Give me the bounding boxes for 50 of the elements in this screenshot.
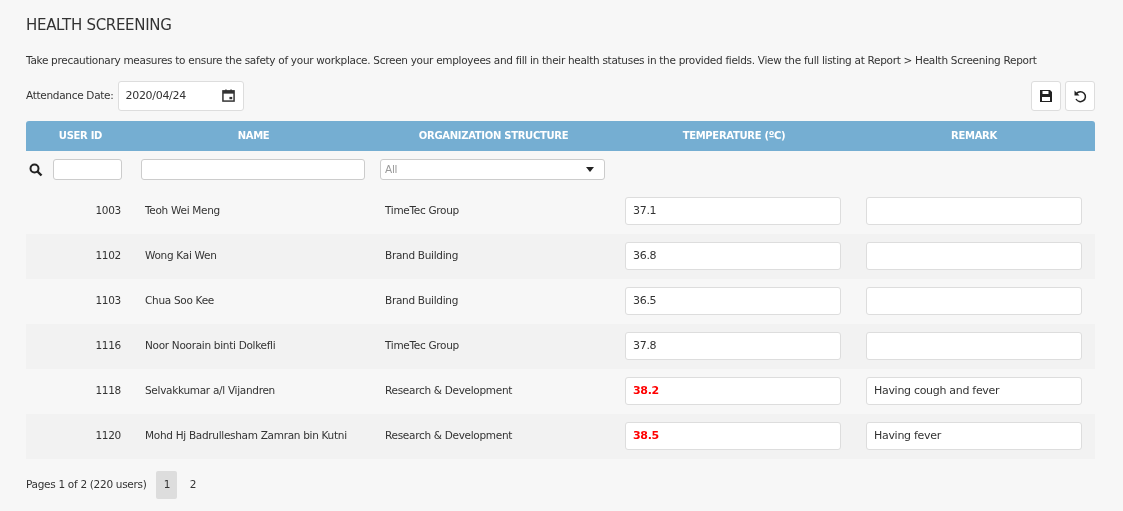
- name-cell: Chua Soo Kee: [145, 294, 214, 307]
- column-header: NAME: [236, 129, 271, 144]
- organization-cell: Research & Development: [385, 429, 513, 442]
- remark-field[interactable]: Having cough and fever: [866, 377, 1082, 406]
- name-cell: Noor Noorain binti Dolkefli: [145, 339, 276, 352]
- date-label: Attendance Date:: [26, 87, 114, 103]
- remark-field[interactable]: [866, 287, 1082, 316]
- user-id-cell: 1120: [95, 429, 121, 442]
- user-id-cell: 1103: [95, 294, 121, 307]
- user-id-filter[interactable]: [53, 159, 122, 181]
- pagination-summary: Pages 1 of 2 (220 users): [26, 476, 147, 492]
- search-icon[interactable]: [29, 162, 43, 177]
- organization-cell: Brand Building: [385, 294, 458, 307]
- user-id-cell: 1102: [95, 249, 121, 262]
- temperature-field[interactable]: 36.5: [625, 287, 841, 316]
- organization-cell: TimeTec Group: [385, 339, 459, 352]
- user-id-cell: 1118: [95, 384, 121, 397]
- undo-icon: [1073, 88, 1087, 103]
- temperature-field[interactable]: 36.8: [625, 242, 841, 271]
- column-header: TEMPERATURE (ºC): [681, 129, 787, 144]
- name-filter[interactable]: [141, 159, 365, 181]
- column-header: REMARK: [950, 129, 998, 144]
- organization-cell: TimeTec Group: [385, 204, 459, 217]
- remark-field[interactable]: [866, 332, 1082, 361]
- temperature-field[interactable]: 38.5: [625, 422, 841, 451]
- remark-field[interactable]: Having fever: [866, 422, 1082, 451]
- column-header: ORGANIZATION STRUCTURE: [417, 129, 570, 144]
- description-text: Take precautionary measures to ensure the safety of your workplace. Screen your employees and fill in their health statuses in the provided fields. View the full listing at Report > Health Screening Report: [26, 53, 1038, 68]
- temperature-field[interactable]: 37.1: [625, 197, 841, 226]
- remark-field[interactable]: [866, 242, 1082, 271]
- remark-field[interactable]: [866, 197, 1082, 226]
- page-title: HEALTH SCREENING: [26, 16, 173, 34]
- organization-cell: Research & Development: [385, 384, 513, 397]
- name-cell: Teoh Wei Meng: [145, 204, 220, 217]
- column-header: USER ID: [57, 129, 104, 144]
- undo-button[interactable]: [1065, 80, 1095, 111]
- caret-icon: [586, 167, 594, 173]
- user-id-cell: 1003: [95, 204, 121, 217]
- calendar-icon[interactable]: [221, 89, 235, 103]
- temperature-field[interactable]: 37.8: [625, 332, 841, 361]
- temperature-field[interactable]: 38.2: [625, 377, 841, 406]
- name-cell: Mohd Hj Badrullesham Zamran bin Kutni: [145, 429, 347, 442]
- organization-cell: Brand Building: [385, 249, 458, 262]
- name-cell: Wong Kai Wen: [145, 249, 217, 262]
- user-id-cell: 1116: [95, 339, 121, 352]
- page-link[interactable]: 1: [156, 470, 178, 499]
- date-field[interactable]: 2020/04/24: [117, 80, 244, 111]
- page-link[interactable]: 2: [182, 470, 204, 499]
- save-button[interactable]: [1031, 80, 1061, 111]
- name-cell: Selvakkumar a/l Vijandren: [145, 384, 275, 397]
